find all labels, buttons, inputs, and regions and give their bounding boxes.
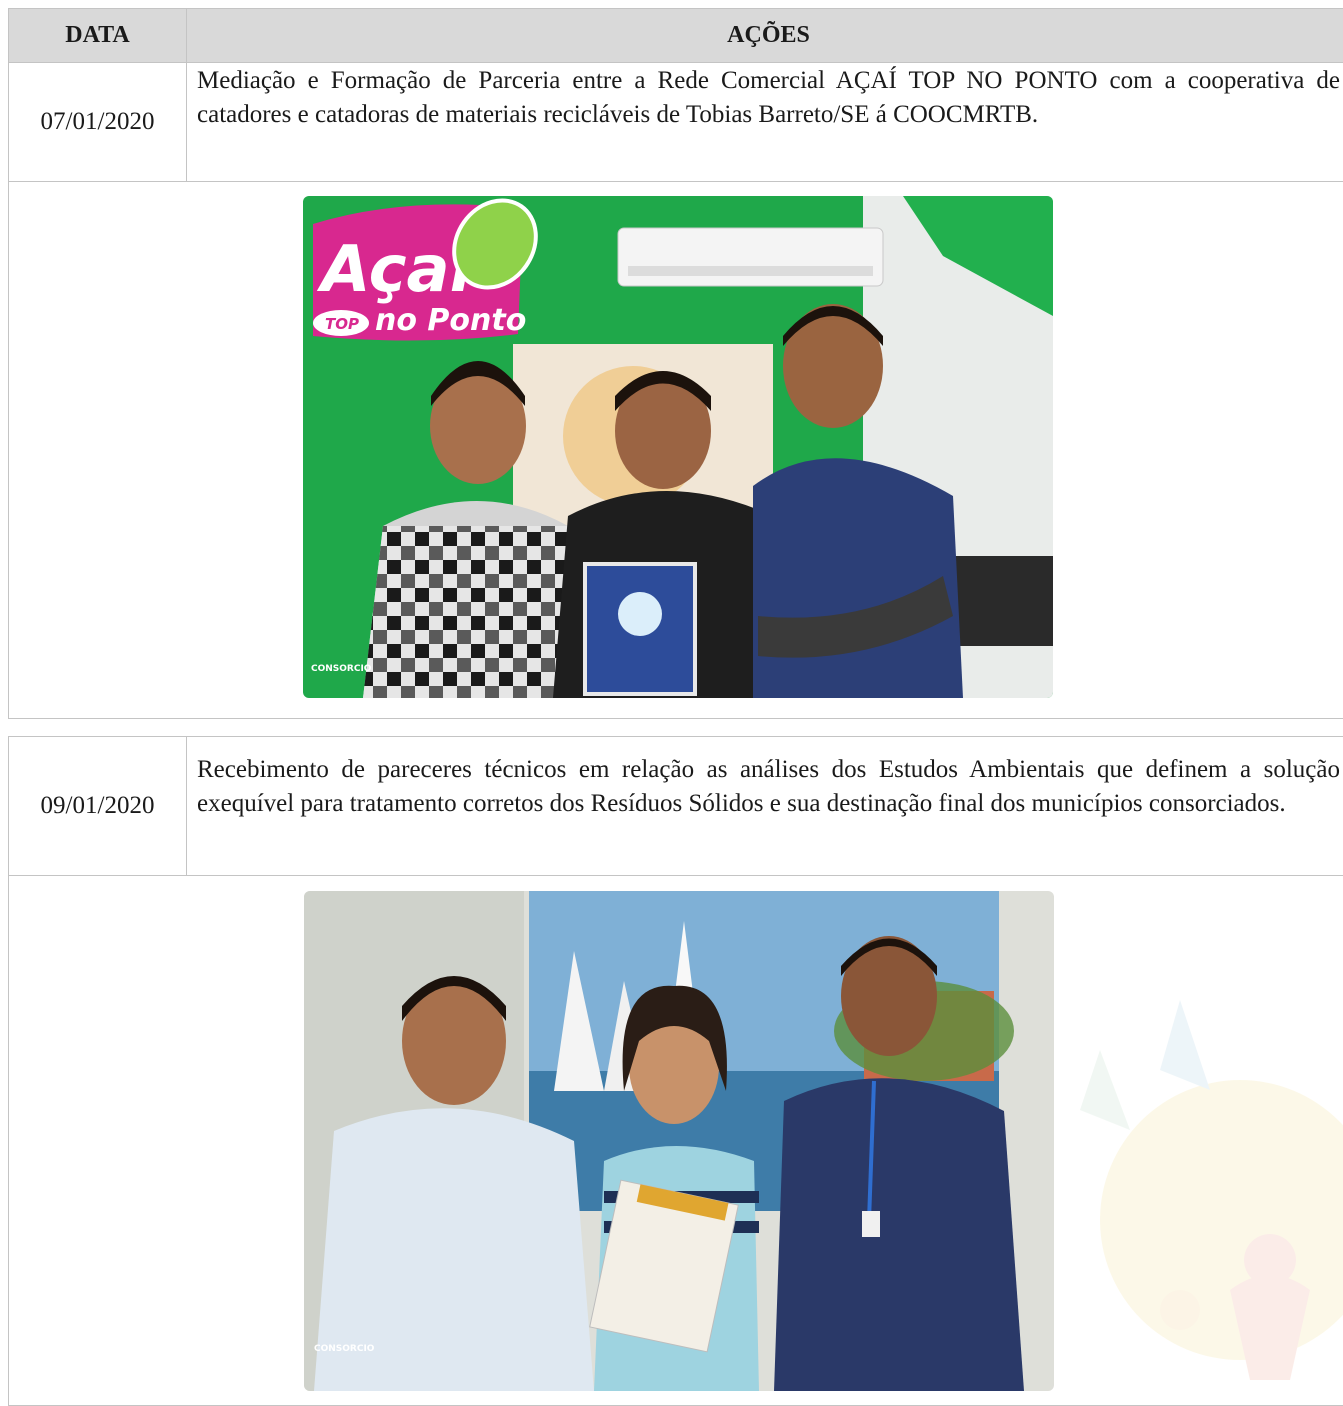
header-date: DATA: [9, 9, 187, 63]
photo-row: CONSORCIO: [9, 876, 1343, 1406]
sign-top-text: TOP: [325, 315, 359, 333]
entry-description: Mediação e Formação de Parceria entre a …: [187, 63, 1343, 182]
actions-table-1: DATA AÇÕES 07/01/2020 Mediação e Formaçã…: [8, 8, 1343, 719]
table-row: 09/01/2020 Recebimento de pareceres técn…: [9, 737, 1343, 876]
report-delivery-photo: CONSORCIO: [304, 891, 1054, 1391]
table-row: 07/01/2020 Mediação e Formação de Parcer…: [9, 63, 1343, 182]
entry-date: 07/01/2020: [9, 63, 187, 182]
entry-description: Recebimento de pareceres técnicos em rel…: [187, 737, 1343, 876]
partnership-photo: Açai TOP no Ponto: [303, 196, 1053, 698]
photo-cell: CONSORCIO: [9, 876, 1343, 1406]
sign-main-text: Açai: [316, 233, 473, 307]
entry-date: 09/01/2020: [9, 737, 187, 876]
photo-row: Açai TOP no Ponto: [9, 182, 1343, 719]
actions-table-2: 09/01/2020 Recebimento de pareceres técn…: [8, 736, 1343, 1406]
sign-sub-text: no Ponto: [375, 303, 526, 338]
header-actions: AÇÕES: [187, 9, 1343, 63]
photo-watermark-label: CONSORCIO: [314, 1344, 375, 1354]
table-header-row: DATA AÇÕES: [9, 9, 1343, 63]
document-page: DATA AÇÕES 07/01/2020 Mediação e Formaçã…: [0, 0, 1343, 1396]
photo-watermark-label: CONSORCIO: [311, 664, 372, 674]
photo-cell: Açai TOP no Ponto: [9, 182, 1343, 719]
